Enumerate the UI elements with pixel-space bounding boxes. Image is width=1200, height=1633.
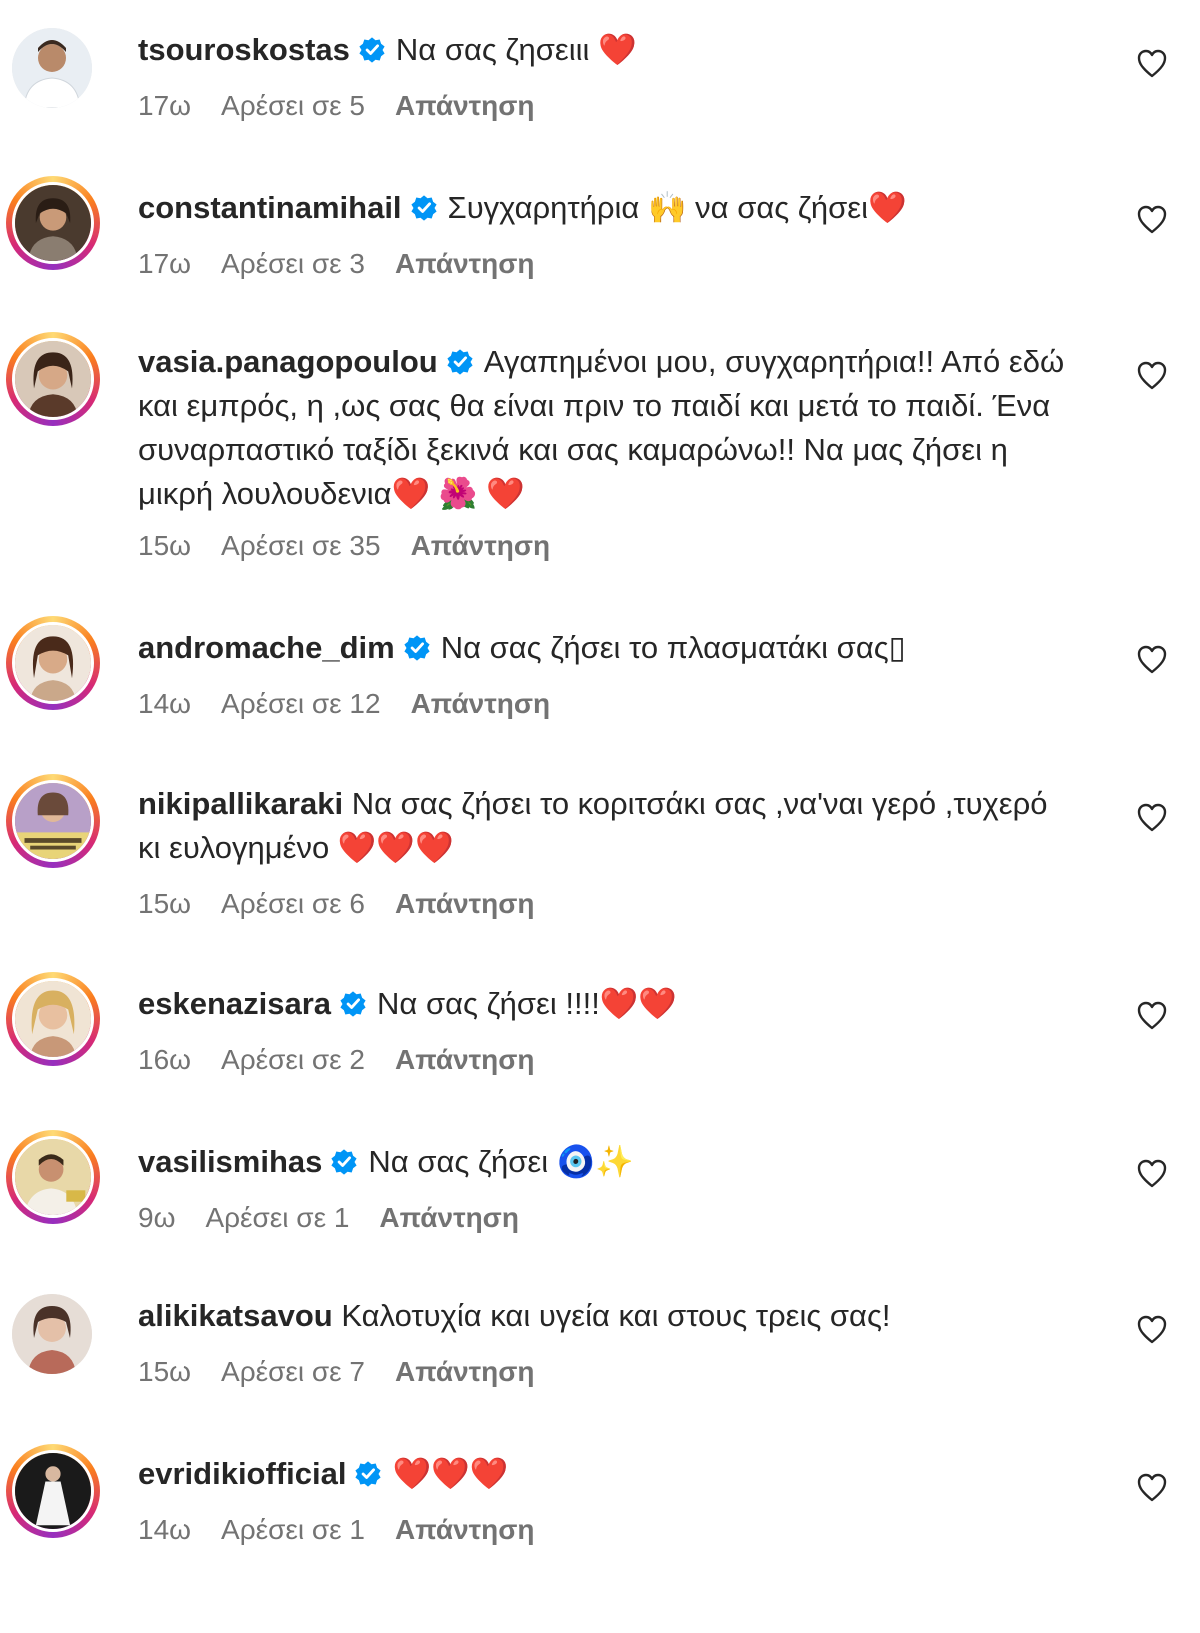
comment-body: evridikiofficial ❤️❤️❤️ bbox=[138, 1452, 1078, 1496]
comment-time[interactable]: 14ω bbox=[138, 1514, 191, 1545]
comment-meta: 15ω Αρέσει σε 35 Απάντηση bbox=[138, 530, 580, 562]
comment-meta: 17ω Αρέσει σε 5 Απάντηση bbox=[138, 90, 565, 122]
comment-meta: 15ω Αρέσει σε 6 Απάντηση bbox=[138, 888, 565, 920]
verified-badge-icon bbox=[446, 348, 474, 376]
comment-likes[interactable]: Αρέσει σε 12 bbox=[221, 688, 381, 719]
reply-button[interactable]: Απάντηση bbox=[411, 688, 551, 719]
avatar[interactable] bbox=[6, 176, 100, 270]
verified-badge-icon bbox=[330, 1148, 358, 1176]
reply-button[interactable]: Απάντηση bbox=[395, 248, 535, 279]
comments-list: tsouroskostas Να σας ζησειιι ❤️ 17ω Αρέσει… bbox=[0, 0, 1200, 1633]
comment-username[interactable]: evridikiofficial bbox=[138, 1456, 346, 1491]
comment-likes[interactable]: Αρέσει σε 6 bbox=[221, 888, 365, 919]
comment-time[interactable]: 14ω bbox=[138, 688, 191, 719]
comment-body: vasia.panagopoulou Αγαπημένοι μου, συγχαρ… bbox=[138, 340, 1078, 516]
verified-badge-icon bbox=[358, 36, 386, 64]
comment-meta: 15ω Αρέσει σε 7 Απάντηση bbox=[138, 1356, 565, 1388]
comment-time[interactable]: 16ω bbox=[138, 1044, 191, 1075]
comment-text: Να σας ζήσει 🧿✨ bbox=[368, 1144, 634, 1179]
comment-likes[interactable]: Αρέσει σε 1 bbox=[221, 1514, 365, 1545]
comment-time[interactable]: 17ω bbox=[138, 248, 191, 279]
reply-button[interactable]: Απάντηση bbox=[379, 1202, 519, 1233]
verified-badge-icon bbox=[339, 990, 367, 1018]
woman-portrait-icon bbox=[12, 978, 94, 1060]
like-heart-icon[interactable] bbox=[1136, 1158, 1168, 1190]
comment-likes[interactable]: Αρέσει σε 35 bbox=[221, 530, 381, 561]
like-heart-icon[interactable] bbox=[1136, 1472, 1168, 1504]
comment-text: Να σας ζήσει το πλασματάκι σας▯ bbox=[440, 630, 906, 665]
like-heart-icon[interactable] bbox=[1136, 48, 1168, 80]
comment-body: tsouroskostas Να σας ζησειιι ❤️ bbox=[138, 28, 1078, 72]
reply-button[interactable]: Απάντηση bbox=[395, 90, 535, 121]
woman-portrait-icon bbox=[12, 338, 94, 420]
avatar[interactable] bbox=[6, 1130, 100, 1224]
comment-body: nikipallikaraki Να σας ζήσει το κοριτσάκ… bbox=[138, 782, 1078, 870]
like-heart-icon[interactable] bbox=[1136, 204, 1168, 236]
like-heart-icon[interactable] bbox=[1136, 802, 1168, 834]
comment-time[interactable]: 15ω bbox=[138, 1356, 191, 1387]
comment-username[interactable]: vasia.panagopoulou bbox=[138, 344, 438, 379]
reply-button[interactable]: Απάντηση bbox=[411, 530, 551, 561]
avatar[interactable] bbox=[12, 1294, 92, 1374]
like-heart-icon[interactable] bbox=[1136, 1000, 1168, 1032]
comment-time[interactable]: 9ω bbox=[138, 1202, 175, 1233]
comment-text: Συγχαρητήρια 🙌 να σας ζήσει❤️ bbox=[447, 190, 907, 225]
comment-likes[interactable]: Αρέσει σε 2 bbox=[221, 1044, 365, 1075]
comment-body: alikikatsavou Καλοτυχία και υγεία και στ… bbox=[138, 1294, 1078, 1338]
comment-body: vasilismihas Να σας ζήσει 🧿✨ bbox=[138, 1140, 1078, 1184]
dress-portrait-icon bbox=[12, 1450, 94, 1532]
reply-button[interactable]: Απάντηση bbox=[395, 888, 535, 919]
comment-username[interactable]: tsouroskostas bbox=[138, 32, 350, 67]
woman-portrait-icon bbox=[12, 182, 94, 264]
comment-username[interactable]: alikikatsavou bbox=[138, 1298, 333, 1333]
comment-time[interactable]: 17ω bbox=[138, 90, 191, 121]
comment-username[interactable]: vasilismihas bbox=[138, 1144, 322, 1179]
avatar[interactable] bbox=[6, 616, 100, 710]
reply-button[interactable]: Απάντηση bbox=[395, 1514, 535, 1545]
like-heart-icon[interactable] bbox=[1136, 644, 1168, 676]
comment-body: andromache_dim Να σας ζήσει το πλασματάκι… bbox=[138, 626, 1078, 670]
comment-text: Να σας ζήσει !!!!❤️❤️ bbox=[377, 986, 678, 1021]
comment-meta: 14ω Αρέσει σε 12 Απάντηση bbox=[138, 688, 580, 720]
reply-button[interactable]: Απάντηση bbox=[395, 1044, 535, 1075]
comment-meta: 17ω Αρέσει σε 3 Απάντηση bbox=[138, 248, 565, 280]
comment-meta: 16ω Αρέσει σε 2 Απάντηση bbox=[138, 1044, 565, 1076]
comment-username[interactable]: andromache_dim bbox=[138, 630, 395, 665]
comment-likes[interactable]: Αρέσει σε 7 bbox=[221, 1356, 365, 1387]
reply-button[interactable]: Απάντηση bbox=[395, 1356, 535, 1387]
avatar[interactable] bbox=[6, 774, 100, 868]
avatar[interactable] bbox=[6, 972, 100, 1066]
comment-likes[interactable]: Αρέσει σε 5 bbox=[221, 90, 365, 121]
avatar[interactable] bbox=[12, 28, 92, 108]
comment-text: Να σας ζησειιι ❤️ bbox=[395, 32, 637, 67]
comment-meta: 14ω Αρέσει σε 1 Απάντηση bbox=[138, 1514, 565, 1546]
poster-portrait-icon bbox=[12, 780, 94, 862]
comment-body: constantinamihail Συγχαρητήρια 🙌 να σας ζ… bbox=[138, 186, 1078, 230]
comment-username[interactable]: nikipallikaraki bbox=[138, 786, 343, 821]
comment-time[interactable]: 15ω bbox=[138, 888, 191, 919]
like-heart-icon[interactable] bbox=[1136, 360, 1168, 392]
comment-likes[interactable]: Αρέσει σε 3 bbox=[221, 248, 365, 279]
comment-username[interactable]: constantinamihail bbox=[138, 190, 402, 225]
like-heart-icon[interactable] bbox=[1136, 1314, 1168, 1346]
woman-portrait-icon bbox=[12, 1294, 92, 1374]
woman-portrait-icon bbox=[12, 622, 94, 704]
comment-body: eskenazisara Να σας ζήσει !!!!❤️❤️ bbox=[138, 982, 1078, 1026]
avatar[interactable] bbox=[6, 332, 100, 426]
man-portrait-icon bbox=[12, 1136, 94, 1218]
comment-text: Καλοτυχία και υγεία και στους τρεις σας! bbox=[341, 1298, 891, 1333]
verified-badge-icon bbox=[354, 1460, 382, 1488]
comment-time[interactable]: 15ω bbox=[138, 530, 191, 561]
man-portrait-icon bbox=[12, 28, 92, 108]
comment-meta: 9ω Αρέσει σε 1 Απάντηση bbox=[138, 1202, 549, 1234]
verified-badge-icon bbox=[410, 194, 438, 222]
comment-username[interactable]: eskenazisara bbox=[138, 986, 331, 1021]
verified-badge-icon bbox=[403, 634, 431, 662]
comment-likes[interactable]: Αρέσει σε 1 bbox=[205, 1202, 349, 1233]
comment-text: ❤️❤️❤️ bbox=[392, 1456, 509, 1491]
avatar[interactable] bbox=[6, 1444, 100, 1538]
